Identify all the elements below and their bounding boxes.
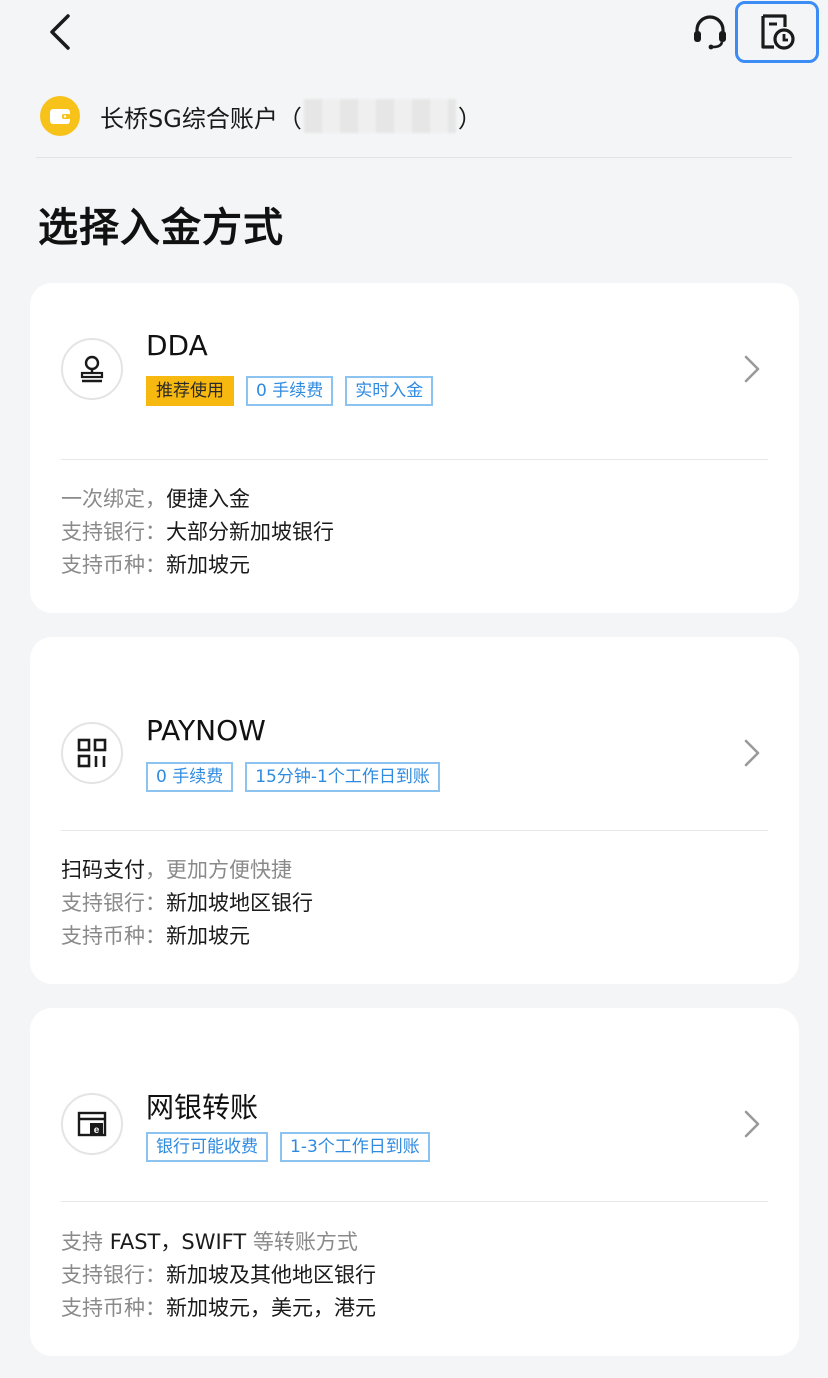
method-description: 一次绑定，便捷入金 支持银行：大部分新加坡银行 支持币种：新加坡元 — [61, 483, 334, 582]
account-number-open-paren: （ — [277, 104, 302, 133]
deposit-method-card-dda[interactable]: DDA 推荐使用 0 手续费 实时入金 一次绑定，便捷入金 支持银行：大部分新加… — [30, 283, 799, 613]
supported-banks-value: 大部分新加坡银行 — [166, 520, 334, 544]
chevron-right-icon — [744, 355, 760, 383]
chevron-right-icon — [744, 739, 760, 767]
account-number-close-paren: ） — [457, 104, 482, 133]
method-title: DDA — [146, 329, 208, 362]
method-description: 支持 FAST，SWIFT 等转账方式 支持银行：新加坡及其他地区银行 支持币种… — [61, 1226, 376, 1325]
recommended-badge: 推荐使用 — [146, 376, 234, 406]
top-bar — [0, 0, 828, 70]
back-button[interactable] — [40, 10, 80, 54]
method-title: 网银转账 — [146, 1091, 259, 1124]
qr-code-icon — [61, 722, 123, 784]
supported-currency-label: 支持币种： — [61, 553, 166, 577]
desc-value: FAST，SWIFT — [109, 1230, 247, 1254]
fee-badge: 0 手续费 — [146, 762, 234, 792]
supported-currency-value: 新加坡元，美元，港元 — [166, 1296, 376, 1320]
supported-banks-label: 支持银行： — [61, 520, 166, 544]
deposit-method-card-online-banking[interactable]: e 网银转账 银行可能收费 1-3个工作日到账 支持 FAST，SWIFT 等转… — [30, 1008, 799, 1356]
arrival-time-badge: 1-3个工作日到账 — [280, 1132, 430, 1162]
supported-banks-value: 新加坡及其他地区银行 — [166, 1263, 376, 1287]
supported-banks-value: 新加坡地区银行 — [166, 891, 313, 915]
stamp-icon — [61, 338, 123, 400]
method-tags: 0 手续费 15分钟-1个工作日到账 — [146, 762, 440, 792]
masked-account-number — [303, 99, 456, 133]
desc-label: 支持 — [61, 1230, 110, 1254]
svg-text:e: e — [94, 1125, 100, 1136]
page-title: 选择入金方式 — [38, 205, 284, 251]
arrival-time-badge: 实时入金 — [345, 376, 434, 406]
records-clock-icon — [761, 14, 795, 50]
supported-currency-value: 新加坡元 — [166, 553, 250, 577]
supported-currency-value: 新加坡元 — [166, 924, 250, 948]
arrival-time-badge: 15分钟-1个工作日到账 — [245, 762, 440, 792]
account-selector[interactable]: 长桥SG综合账户 （ ） — [40, 96, 482, 136]
supported-banks-label: 支持银行： — [61, 891, 166, 915]
desc-suffix: 等转账方式 — [246, 1230, 358, 1254]
method-tags: 银行可能收费 1-3个工作日到账 — [146, 1132, 430, 1162]
card-divider — [61, 830, 768, 831]
desc-value: ，更加方便快捷 — [145, 858, 292, 882]
customer-support-button[interactable] — [688, 12, 732, 52]
card-divider — [61, 1201, 768, 1202]
chevron-right-icon — [744, 1110, 760, 1138]
fee-badge: 0 手续费 — [246, 376, 334, 406]
desc-label: 一次绑定， — [61, 487, 166, 511]
deposit-method-card-paynow[interactable]: PAYNOW 0 手续费 15分钟-1个工作日到账 扫码支付，更加方便快捷 支持… — [30, 637, 799, 984]
supported-banks-label: 支持银行： — [61, 1263, 166, 1287]
method-tags: 推荐使用 0 手续费 实时入金 — [146, 376, 434, 406]
method-title: PAYNOW — [146, 714, 266, 747]
divider — [36, 157, 792, 158]
supported-currency-label: 支持币种： — [61, 1296, 166, 1320]
deposit-history-button[interactable] — [735, 1, 819, 63]
account-name: 长桥SG综合账户 — [100, 104, 278, 133]
chevron-left-icon — [50, 14, 70, 50]
desc-label: 扫码支付 — [61, 858, 145, 882]
method-description: 扫码支付，更加方便快捷 支持银行：新加坡地区银行 支持币种：新加坡元 — [61, 854, 313, 953]
online-banking-icon: e — [61, 1093, 123, 1155]
wallet-icon — [40, 96, 80, 136]
headset-icon — [694, 15, 726, 50]
supported-currency-label: 支持币种： — [61, 924, 166, 948]
desc-value: 便捷入金 — [166, 487, 250, 511]
fee-badge: 银行可能收费 — [146, 1132, 268, 1162]
card-divider — [61, 459, 768, 460]
